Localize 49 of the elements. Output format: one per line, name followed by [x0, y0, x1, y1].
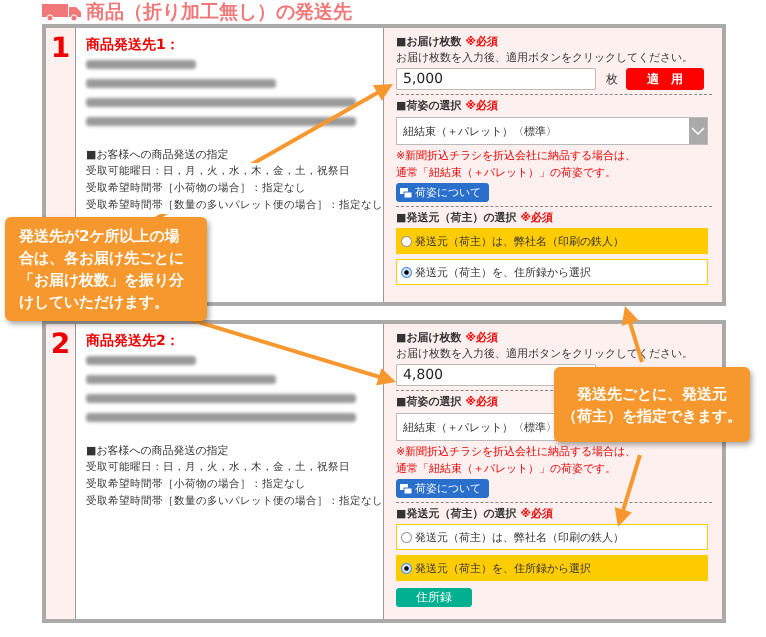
option-label: 発送元（荷主）は、弊社名（印刷の鉄人）: [415, 234, 624, 248]
apply-button[interactable]: 適 用: [626, 68, 704, 90]
sender-option[interactable]: 発送元（荷主）を、住所録から選択: [396, 259, 708, 285]
quantity-field[interactable]: 5,000: [396, 68, 596, 90]
hint-tooltip: 発送先が2ケ所以上の場 合は、各お届け先ごとに 「お届け枚数」を振り分 けしていただけます。: [5, 217, 207, 321]
windows-icon: [400, 484, 412, 494]
required-mark: ※必須: [465, 98, 498, 114]
radio-button[interactable]: [401, 266, 412, 278]
radio-button[interactable]: [401, 532, 412, 542]
required-mark: ※必須: [465, 330, 498, 346]
sender-option[interactable]: 発送元（荷主）を、住所録から選択: [396, 555, 708, 581]
option-label: 発送元（荷主）を、住所録から選択: [415, 264, 591, 280]
windows-icon: [400, 188, 412, 198]
required-mark: ※必須: [465, 34, 498, 50]
hint-tooltip: 発送先ごとに、発送元 （荷主）を指定できます。: [554, 367, 750, 442]
field-label: ■発送元（荷主）の選択: [396, 210, 516, 226]
destination-heading: 商品発送先1：: [86, 36, 181, 54]
packing-dropdown[interactable]: 紐結束（＋パレット）〈標準〉: [396, 117, 708, 145]
spec-title: ■お客様への商品発送の指定: [86, 146, 228, 163]
field-label: ■お届け枚数: [396, 330, 462, 346]
note-text: ※新聞折込チラシを折込会社に納品する場合は、: [396, 444, 638, 460]
sender-option[interactable]: 発送元（荷主）は、弊社名（印刷の鉄人）: [396, 524, 708, 550]
option-label: 発送元（荷主）は、弊社名（印刷の鉄人）: [415, 530, 624, 544]
note-text: ※新聞折込チラシを折込会社に納品する場合は、: [396, 148, 638, 164]
instruction-text: お届け枚数を入力後、適用ボタンをクリックしてください。: [396, 346, 694, 362]
packing-help-button[interactable]: 荷姿について: [396, 479, 489, 498]
destination-number: 1: [50, 31, 70, 64]
note-text: 通常「紐結束（＋パレット）」の荷姿です。: [396, 461, 617, 477]
unit-label: 枚: [606, 70, 618, 88]
required-mark: ※必須: [520, 210, 554, 226]
sender-option[interactable]: 発送元（荷主）は、弊社名（印刷の鉄人）: [396, 228, 708, 254]
destination-heading: 商品発送先2：: [86, 332, 181, 350]
spec-title: ■お客様への商品発送の指定: [86, 442, 228, 459]
section-title: 商品（折り加工無し）の発送先: [86, 0, 352, 25]
required-mark: ※必須: [465, 394, 498, 410]
radio-button[interactable]: [401, 236, 412, 246]
field-label: ■お届け枚数: [396, 34, 462, 50]
option-label: 発送元（荷主）を、住所録から選択: [415, 560, 591, 576]
field-label: ■発送元（荷主）の選択: [396, 506, 516, 522]
destination-number: 2: [50, 327, 70, 360]
required-mark: ※必須: [520, 506, 554, 522]
note-text: 通常「紐結束（＋パレット）」の荷姿です。: [396, 165, 617, 181]
instruction-text: お届け枚数を入力後、適用ボタンをクリックしてください。: [396, 50, 694, 66]
packing-help-button[interactable]: 荷姿について: [396, 183, 489, 202]
field-label: ■荷姿の選択: [396, 394, 462, 410]
chevron-down-icon: [691, 127, 705, 135]
field-label: ■荷姿の選択: [396, 98, 462, 114]
radio-button[interactable]: [401, 562, 412, 574]
truck-icon: [42, 3, 82, 21]
